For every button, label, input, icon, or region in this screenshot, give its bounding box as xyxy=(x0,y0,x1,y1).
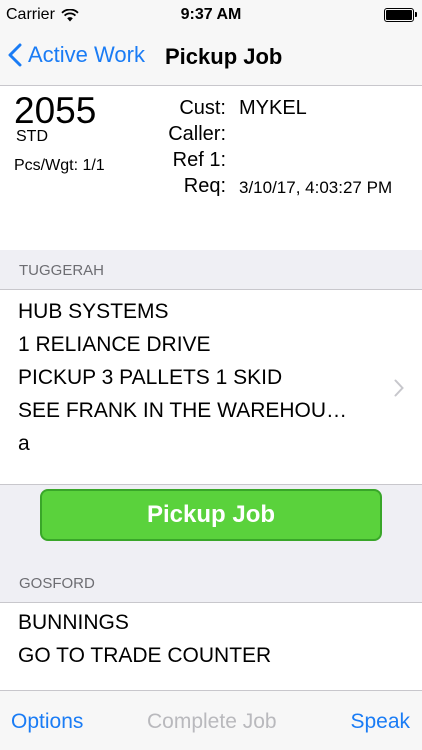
pickup-line-2: 1 RELIANCE DRIVE xyxy=(18,333,211,356)
speak-button[interactable]: Speak xyxy=(350,710,410,734)
complete-job-button[interactable]: Complete Job xyxy=(147,710,277,734)
delivery-address-row[interactable]: BUNNINGS GO TO TRADE COUNTER xyxy=(0,603,422,690)
pickup-line-3: PICKUP 3 PALLETS 1 SKID xyxy=(18,366,283,389)
status-time: 9:37 AM xyxy=(180,6,242,23)
pickup-section-title: TUGGERAH xyxy=(19,262,105,279)
chevron-right-icon xyxy=(394,379,404,397)
job-header: 2055 STD Pcs/Wgt: 1/1 Cust: MYKEL Caller… xyxy=(0,86,422,250)
customer-label: Cust: xyxy=(179,97,226,119)
status-bar: Carrier 9:37 AM xyxy=(0,0,422,30)
delivery-section-header: GOSFORD xyxy=(0,547,422,603)
pickup-line-5: a xyxy=(18,432,30,455)
job-type: STD xyxy=(16,128,48,145)
navigation-bar: Active Work Pickup Job xyxy=(0,30,422,86)
delivery-line-2: GO TO TRADE COUNTER xyxy=(18,644,272,667)
page-title: Pickup Job xyxy=(165,44,283,69)
options-button[interactable]: Options xyxy=(11,710,83,734)
pickup-button-area: Pickup Job xyxy=(0,485,422,547)
request-label: Req: xyxy=(183,175,226,197)
delivery-line-1: BUNNINGS xyxy=(18,611,129,634)
battery-icon xyxy=(384,8,417,22)
ref1-label: Ref 1: xyxy=(172,149,226,171)
battery-level xyxy=(386,10,412,20)
pcs-weight: Pcs/Wgt: 1/1 xyxy=(14,157,105,174)
pickup-line-4: SEE FRANK IN THE WAREHOU… xyxy=(18,399,348,422)
bottom-toolbar: Options Complete Job Speak xyxy=(0,690,422,750)
chevron-left-icon xyxy=(8,43,22,67)
delivery-section-title: GOSFORD xyxy=(19,575,95,592)
back-button-label: Active Work xyxy=(28,42,145,67)
request-value: 3/10/17, 4:03:27 PM xyxy=(239,178,393,197)
back-button[interactable]: Active Work xyxy=(8,42,145,68)
customer-value: MYKEL xyxy=(239,97,307,119)
job-number: 2055 xyxy=(14,90,97,131)
pickup-line-1: HUB SYSTEMS xyxy=(18,300,169,323)
pickup-section-header: TUGGERAH xyxy=(0,250,422,290)
pickup-address-row[interactable]: HUB SYSTEMS 1 RELIANCE DRIVE PICKUP 3 PA… xyxy=(0,290,422,485)
pickup-job-button[interactable]: Pickup Job xyxy=(40,489,382,541)
caller-label: Caller: xyxy=(168,123,226,145)
